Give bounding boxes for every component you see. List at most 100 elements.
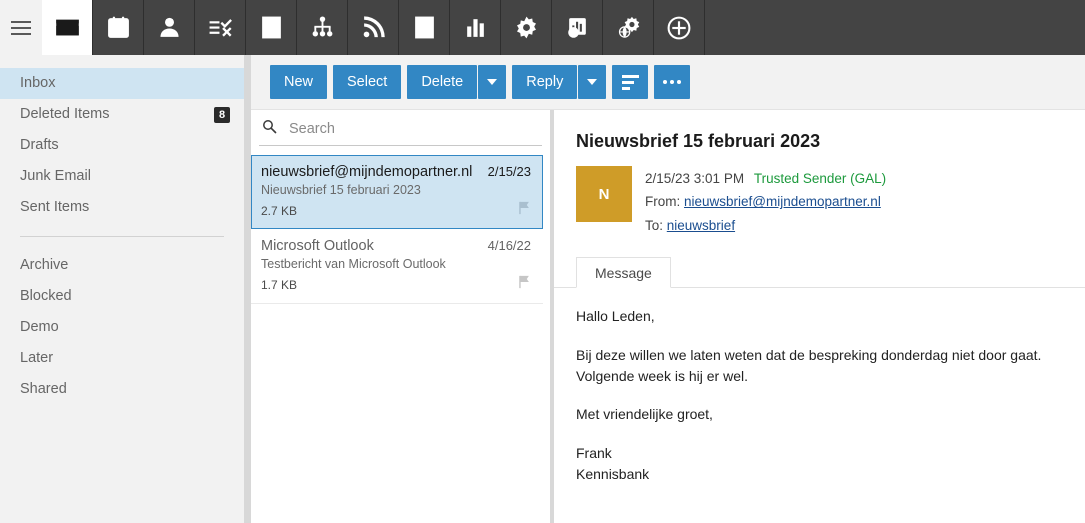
sidebar-item-label: Later [20,350,54,366]
more-options-button[interactable] [654,65,691,99]
sidebar-item-deleted-items[interactable]: Deleted Items 8 [0,99,244,130]
sort-button[interactable] [612,65,649,99]
sidebar-item-label: Junk Email [20,168,91,184]
nav-item-web-settings[interactable] [603,0,654,55]
search-bar[interactable] [259,113,542,146]
tab-message[interactable]: Message [576,257,671,289]
folder-sidebar: Inbox Deleted Items 8 Drafts Junk Email … [0,55,244,523]
reply-split-button: Reply [512,65,607,99]
plus-circle-icon [666,15,692,41]
flag-icon[interactable] [518,201,531,220]
mail-icon [54,14,81,41]
mail-list-item-1[interactable]: Microsoft Outlook 4/16/22 Testbericht va… [251,229,543,304]
nav-item-statistics[interactable] [450,0,501,55]
message-subject: Nieuwsbrief 15 februari 2023 [576,131,821,151]
sidebar-item-label: Blocked [20,288,72,304]
message-from-line: From: nieuwsbrief@mijndemopartner.nl [645,190,886,213]
message-body: Hallo Leden, Bij deze willen we laten we… [576,288,1063,485]
body-closing: Met vriendelijke groet, [576,406,713,423]
trusted-sender-badge: Trusted Sender (GAL) [753,171,887,186]
nav-item-mail[interactable] [42,0,93,55]
mail-item-size: 1.7 KB [261,277,298,292]
sidebar-item-demo[interactable]: Demo [0,312,244,343]
reply-dropdown-button[interactable] [578,65,607,99]
mail-list-item-0[interactable]: nieuwsbrief@mijndemopartner.nl 2/15/23 N… [251,155,543,229]
search-input[interactable] [287,120,517,138]
sidebar-item-shared[interactable]: Shared [0,374,244,405]
contacts-icon [157,15,182,40]
bar-chart-icon [463,15,488,40]
sidebar-item-label: Drafts [20,137,59,153]
sidebar-item-drafts[interactable]: Drafts [0,130,244,161]
signature-name: Frank [576,444,612,461]
nav-item-settings[interactable] [501,0,552,55]
message-to-line: To: nieuwsbrief [645,214,886,237]
nav-item-contacts[interactable] [144,0,195,55]
gear-icon [514,15,539,40]
body-paragraph-1-line-2: Volgende week is hij er wel. [576,367,748,384]
delete-button[interactable]: Delete [407,65,478,99]
ellipsis-icon [663,80,682,84]
sidebar-item-archive[interactable]: Archive [0,250,244,281]
mail-item-footer: 1.7 KB [261,275,531,294]
unread-count-badge: 8 [214,106,230,123]
nav-item-tasks[interactable] [195,0,246,55]
sidebar-item-later[interactable]: Later [0,343,244,374]
to-address-link[interactable]: nieuwsbrief [667,218,735,233]
web-gear-icon [616,15,641,40]
from-address-link[interactable]: nieuwsbrief@mijndemopartner.nl [684,194,881,209]
sidebar-item-inbox[interactable]: Inbox [0,68,244,99]
mail-item-subject: Testbericht van Microsoft Outlook [261,257,446,271]
outlook-mail-app: Inbox Deleted Items 8 Drafts Junk Email … [0,0,1085,523]
nav-item-add[interactable] [654,0,705,55]
sidebar-scrollbar[interactable] [244,55,251,523]
hamburger-menu-button[interactable] [0,0,42,55]
mail-toolbar: New Select Delete Reply [251,55,1085,110]
body-paragraph-1-line-1: Bij deze willen we laten weten dat de be… [576,346,1042,363]
nav-item-web-reports[interactable] [552,0,603,55]
mail-item-date: 2/15/23 [487,164,531,179]
to-label: To: [645,217,664,233]
sidebar-item-sent-items[interactable]: Sent Items [0,192,244,223]
nav-item-notes[interactable] [246,0,297,55]
delete-dropdown-button[interactable] [478,65,507,99]
mail-item-footer: 2.7 KB [261,201,531,220]
calendar-icon [106,15,131,40]
hamburger-icon [11,20,31,35]
sidebar-item-blocked[interactable]: Blocked [0,281,244,312]
rss-feed-icon [361,15,386,40]
chevron-down-icon [487,79,498,85]
nav-item-archive[interactable] [399,0,450,55]
nav-item-calendar[interactable] [93,0,144,55]
reply-button[interactable]: Reply [512,65,578,99]
mail-item-size: 2.7 KB [261,203,298,218]
message-datetime-line: 2/15/23 3:01 PM Trusted Sender (GAL) [645,167,886,190]
signature-org: Kennisbank [576,465,650,482]
sidebar-item-label: Archive [20,257,69,273]
body-paragraph-1: Bij deze willen we laten weten dat de be… [576,345,1063,388]
nav-item-organization[interactable] [297,0,348,55]
reading-pane: Nieuwsbrief 15 februari 2023 N 2/15/23 3… [554,110,1085,523]
tasks-icon [208,15,233,40]
mail-item-sender: nieuwsbrief@mijndemopartner.nl [261,164,473,180]
message-header-lines: 2/15/23 3:01 PM Trusted Sender (GAL) Fro… [645,166,886,237]
delete-split-button: Delete [407,65,507,99]
avatar: N [576,166,632,222]
sidebar-item-label: Sent Items [20,199,90,215]
sidebar-divider [20,236,224,237]
flag-icon[interactable] [518,275,531,294]
inbox-down-icon [412,15,437,40]
sidebar-item-junk-email[interactable]: Junk Email [0,161,244,192]
body-signature: Frank Kennisbank [576,443,1063,486]
new-button[interactable]: New [270,65,328,99]
web-report-icon [565,15,590,40]
top-navigation-bar [0,0,1085,55]
sidebar-item-label: Inbox [20,75,56,91]
search-icon [262,119,277,139]
nav-item-feeds[interactable] [348,0,399,55]
org-chart-icon [310,15,335,40]
body-greeting: Hallo Leden, [576,308,655,325]
mail-item-header: Microsoft Outlook 4/16/22 [261,238,531,254]
sidebar-item-label: Demo [20,319,59,335]
select-button[interactable]: Select [333,65,402,99]
